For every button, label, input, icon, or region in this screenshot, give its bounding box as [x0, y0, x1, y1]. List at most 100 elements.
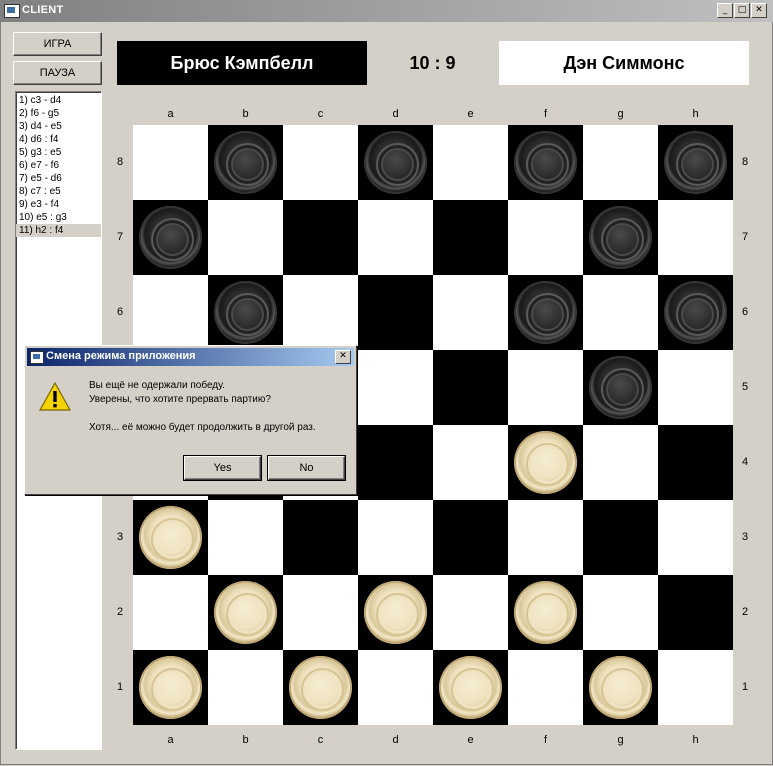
- square-g2[interactable]: [583, 575, 658, 650]
- square-h1[interactable]: [658, 650, 733, 725]
- square-g5[interactable]: [583, 350, 658, 425]
- square-f7[interactable]: [508, 200, 583, 275]
- black-checker[interactable]: [664, 281, 727, 344]
- square-h5[interactable]: [658, 350, 733, 425]
- square-e1[interactable]: [433, 650, 508, 725]
- black-checker[interactable]: [139, 206, 202, 269]
- square-b3[interactable]: [208, 500, 283, 575]
- square-f6[interactable]: [508, 275, 583, 350]
- square-g7[interactable]: [583, 200, 658, 275]
- black-checker[interactable]: [214, 281, 277, 344]
- square-b7[interactable]: [208, 200, 283, 275]
- square-a7[interactable]: [133, 200, 208, 275]
- square-f8[interactable]: [508, 125, 583, 200]
- square-d2[interactable]: [358, 575, 433, 650]
- square-h3[interactable]: [658, 500, 733, 575]
- square-a6[interactable]: [133, 275, 208, 350]
- move-item[interactable]: 10) e5 : g3: [16, 211, 101, 224]
- maximize-button[interactable]: □: [734, 3, 750, 18]
- square-d3[interactable]: [358, 500, 433, 575]
- square-b1[interactable]: [208, 650, 283, 725]
- move-item[interactable]: 6) e7 - f6: [16, 159, 101, 172]
- square-f4[interactable]: [508, 425, 583, 500]
- black-checker[interactable]: [514, 131, 577, 194]
- square-e4[interactable]: [433, 425, 508, 500]
- white-checker[interactable]: [289, 656, 352, 719]
- square-c8[interactable]: [283, 125, 358, 200]
- rank-label: 6: [116, 305, 124, 318]
- white-checker[interactable]: [439, 656, 502, 719]
- black-checker[interactable]: [664, 131, 727, 194]
- square-a8[interactable]: [133, 125, 208, 200]
- square-d6[interactable]: [358, 275, 433, 350]
- square-h2[interactable]: [658, 575, 733, 650]
- square-g6[interactable]: [583, 275, 658, 350]
- square-d7[interactable]: [358, 200, 433, 275]
- white-checker[interactable]: [139, 656, 202, 719]
- square-f3[interactable]: [508, 500, 583, 575]
- square-b8[interactable]: [208, 125, 283, 200]
- square-d5[interactable]: [358, 350, 433, 425]
- square-f5[interactable]: [508, 350, 583, 425]
- square-b2[interactable]: [208, 575, 283, 650]
- move-item[interactable]: 7) e5 - d6: [16, 172, 101, 185]
- square-a2[interactable]: [133, 575, 208, 650]
- minimize-button[interactable]: _: [717, 3, 733, 18]
- game-button[interactable]: ИГРА: [13, 32, 102, 56]
- square-h4[interactable]: [658, 425, 733, 500]
- square-g4[interactable]: [583, 425, 658, 500]
- square-c3[interactable]: [283, 500, 358, 575]
- dialog-close-button[interactable]: ✕: [335, 350, 351, 364]
- square-g3[interactable]: [583, 500, 658, 575]
- square-c1[interactable]: [283, 650, 358, 725]
- square-d1[interactable]: [358, 650, 433, 725]
- move-item[interactable]: 3) d4 - e5: [16, 120, 101, 133]
- yes-button[interactable]: Yes: [184, 456, 261, 480]
- white-checker[interactable]: [514, 581, 577, 644]
- black-checker[interactable]: [214, 131, 277, 194]
- square-a1[interactable]: [133, 650, 208, 725]
- white-checker[interactable]: [214, 581, 277, 644]
- square-e6[interactable]: [433, 275, 508, 350]
- black-checker[interactable]: [589, 356, 652, 419]
- rank-label: 7: [741, 230, 749, 243]
- move-item[interactable]: 2) f6 - g5: [16, 107, 101, 120]
- move-item[interactable]: 4) d6 : f4: [16, 133, 101, 146]
- white-checker[interactable]: [364, 581, 427, 644]
- square-e7[interactable]: [433, 200, 508, 275]
- square-f2[interactable]: [508, 575, 583, 650]
- square-b6[interactable]: [208, 275, 283, 350]
- square-f1[interactable]: [508, 650, 583, 725]
- move-item[interactable]: 11) h2 : f4: [16, 224, 101, 237]
- square-a3[interactable]: [133, 500, 208, 575]
- move-item[interactable]: 8) c7 : e5: [16, 185, 101, 198]
- pause-button[interactable]: ПАУЗА: [13, 61, 102, 85]
- white-checker[interactable]: [139, 506, 202, 569]
- white-checker[interactable]: [514, 431, 577, 494]
- score: 10 : 9: [409, 52, 456, 73]
- warning-icon: [39, 382, 71, 411]
- square-h6[interactable]: [658, 275, 733, 350]
- square-g1[interactable]: [583, 650, 658, 725]
- square-h7[interactable]: [658, 200, 733, 275]
- square-e8[interactable]: [433, 125, 508, 200]
- square-e5[interactable]: [433, 350, 508, 425]
- square-d4[interactable]: [358, 425, 433, 500]
- square-e2[interactable]: [433, 575, 508, 650]
- square-d8[interactable]: [358, 125, 433, 200]
- black-checker[interactable]: [514, 281, 577, 344]
- move-item[interactable]: 5) g3 : e5: [16, 146, 101, 159]
- square-c6[interactable]: [283, 275, 358, 350]
- square-c7[interactable]: [283, 200, 358, 275]
- square-c2[interactable]: [283, 575, 358, 650]
- no-button[interactable]: No: [268, 456, 345, 480]
- square-h8[interactable]: [658, 125, 733, 200]
- close-button[interactable]: ✕: [751, 3, 767, 18]
- black-checker[interactable]: [589, 206, 652, 269]
- square-g8[interactable]: [583, 125, 658, 200]
- white-checker[interactable]: [589, 656, 652, 719]
- move-item[interactable]: 1) c3 - d4: [16, 94, 101, 107]
- move-item[interactable]: 9) e3 - f4: [16, 198, 101, 211]
- black-checker[interactable]: [364, 131, 427, 194]
- square-e3[interactable]: [433, 500, 508, 575]
